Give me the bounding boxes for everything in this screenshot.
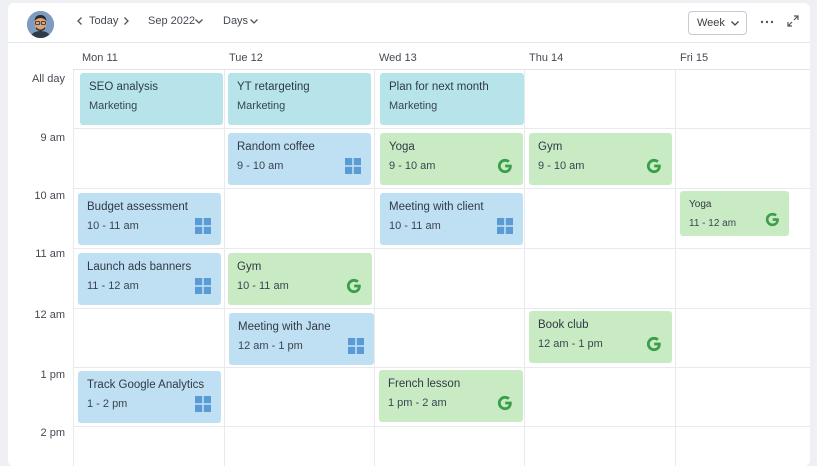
google-icon bbox=[497, 395, 513, 411]
today-button[interactable]: Today bbox=[89, 15, 118, 27]
windows-icon bbox=[345, 158, 361, 174]
calendar-event[interactable]: Meeting with Jane 12 am - 1 pm bbox=[229, 313, 374, 365]
chevron-down-icon[interactable] bbox=[249, 16, 259, 26]
event-time: 10 - 11 am bbox=[389, 220, 441, 232]
windows-icon bbox=[497, 218, 513, 234]
time-label-10am: 10 am bbox=[34, 190, 65, 202]
chevron-left-icon[interactable] bbox=[75, 16, 85, 26]
time-label-11am: 11 am bbox=[35, 248, 65, 260]
event-title: French lesson bbox=[388, 378, 461, 390]
avatar[interactable] bbox=[27, 11, 54, 38]
grid-column-line bbox=[73, 70, 74, 466]
event-title: SEO analysis bbox=[89, 81, 159, 93]
windows-icon bbox=[348, 338, 364, 354]
event-time: 1 - 2 pm bbox=[87, 398, 128, 410]
google-icon bbox=[765, 212, 780, 227]
day-header-thu: Thu 14 bbox=[529, 52, 564, 64]
view-dropdown[interactable]: Week bbox=[688, 11, 747, 35]
grid-column-line bbox=[374, 70, 375, 466]
event-title: Meeting with Jane bbox=[238, 321, 331, 333]
calendar-event[interactable]: Yoga 9 - 10 am bbox=[380, 133, 523, 185]
calendar-event[interactable]: Random coffee 9 - 10 am bbox=[228, 133, 371, 185]
event-title: YT retargeting bbox=[237, 81, 310, 93]
event-title: Gym bbox=[237, 261, 262, 273]
expand-icon[interactable] bbox=[787, 15, 799, 27]
time-label-2pm: 2 pm bbox=[40, 427, 65, 439]
event-title: Book club bbox=[538, 319, 589, 331]
google-icon bbox=[646, 336, 662, 352]
calendar-event[interactable]: Meeting with client 10 - 11 am bbox=[380, 193, 523, 245]
day-header-tue: Tue 12 bbox=[229, 52, 263, 64]
calendar-event[interactable]: Gym 9 - 10 am bbox=[529, 133, 672, 185]
time-label-allday: All day bbox=[31, 73, 65, 85]
google-icon bbox=[346, 278, 362, 294]
calendar-event[interactable]: SEO analysis Marketing bbox=[80, 73, 223, 125]
calendar-event[interactable]: French lesson 1 pm - 2 am bbox=[379, 370, 523, 422]
grid-row-line bbox=[73, 426, 810, 427]
windows-icon bbox=[195, 218, 211, 234]
grid-column-line bbox=[224, 70, 225, 466]
calendar-event[interactable]: Plan for next month Marketing bbox=[380, 73, 524, 125]
view-dropdown-label: Week bbox=[697, 17, 725, 29]
event-title: Yoga bbox=[689, 199, 712, 210]
windows-icon bbox=[195, 396, 211, 412]
time-label-12am: 12 am bbox=[34, 309, 65, 321]
event-title: Launch ads banners bbox=[87, 261, 192, 273]
event-time: Marketing bbox=[237, 100, 286, 112]
event-title: Gym bbox=[538, 141, 563, 153]
event-title: Track Google Analytics bbox=[87, 379, 205, 391]
toolbar-divider bbox=[8, 42, 810, 43]
event-title: Meeting with client bbox=[389, 201, 484, 213]
event-time: 9 - 10 am bbox=[389, 160, 436, 172]
calendar-event[interactable]: Budget assessment 10 - 11 am bbox=[78, 193, 221, 245]
google-icon bbox=[497, 158, 513, 174]
calendar-event[interactable]: Yoga 11 - 12 am bbox=[680, 191, 789, 236]
event-time: 9 - 10 am bbox=[237, 160, 284, 172]
grid-row-line bbox=[73, 248, 810, 249]
chevron-down-icon bbox=[731, 21, 739, 26]
event-time: 12 am - 1 pm bbox=[238, 340, 303, 352]
day-header-mon: Mon 11 bbox=[82, 52, 118, 64]
calendar-toolbar: Today Sep 2022 Days Week bbox=[8, 3, 810, 43]
chevron-down-icon[interactable] bbox=[194, 16, 204, 26]
grid-header-line bbox=[73, 69, 810, 70]
event-time: 9 - 10 am bbox=[538, 160, 585, 172]
event-time: 10 - 11 am bbox=[237, 280, 289, 292]
chevron-right-icon[interactable] bbox=[121, 16, 131, 26]
event-title: Plan for next month bbox=[389, 81, 489, 93]
event-time: 10 - 11 am bbox=[87, 220, 139, 232]
more-options-icon[interactable] bbox=[760, 19, 774, 25]
windows-icon bbox=[195, 278, 211, 294]
google-icon bbox=[646, 158, 662, 174]
event-time: Marketing bbox=[389, 100, 438, 112]
grid-row-line bbox=[73, 308, 810, 309]
event-time: 12 am - 1 pm bbox=[538, 338, 603, 350]
day-header-wed: Wed 13 bbox=[379, 52, 417, 64]
time-label-1pm: 1 pm bbox=[40, 369, 65, 381]
calendar-event[interactable]: YT retargeting Marketing bbox=[228, 73, 371, 125]
range-selector[interactable]: Days bbox=[223, 15, 248, 27]
calendar-event[interactable]: Track Google Analytics 1 - 2 pm bbox=[78, 371, 221, 423]
event-time: 1 pm - 2 am bbox=[388, 397, 447, 409]
event-time: 11 - 12 am bbox=[87, 280, 139, 292]
calendar-event[interactable]: Book club 12 am - 1 pm bbox=[529, 311, 672, 363]
day-header-fri: Fri 15 bbox=[680, 52, 709, 64]
month-selector[interactable]: Sep 2022 bbox=[148, 15, 195, 27]
grid-row-line bbox=[73, 367, 810, 368]
grid-column-line bbox=[675, 70, 676, 466]
event-title: Budget assessment bbox=[87, 201, 189, 213]
grid-column-line bbox=[524, 70, 525, 466]
calendar-card: Today Sep 2022 Days Week Mon 11 Tue 12 W… bbox=[8, 3, 810, 466]
event-time: Marketing bbox=[89, 100, 138, 112]
event-title: Yoga bbox=[389, 141, 415, 153]
grid-row-line bbox=[73, 188, 810, 189]
grid-row-line bbox=[73, 128, 810, 129]
time-label-9am: 9 am bbox=[40, 132, 65, 144]
calendar-event[interactable]: Gym 10 - 11 am bbox=[228, 253, 372, 305]
calendar-event[interactable]: Launch ads banners 11 - 12 am bbox=[78, 253, 221, 305]
event-title: Random coffee bbox=[237, 141, 315, 153]
